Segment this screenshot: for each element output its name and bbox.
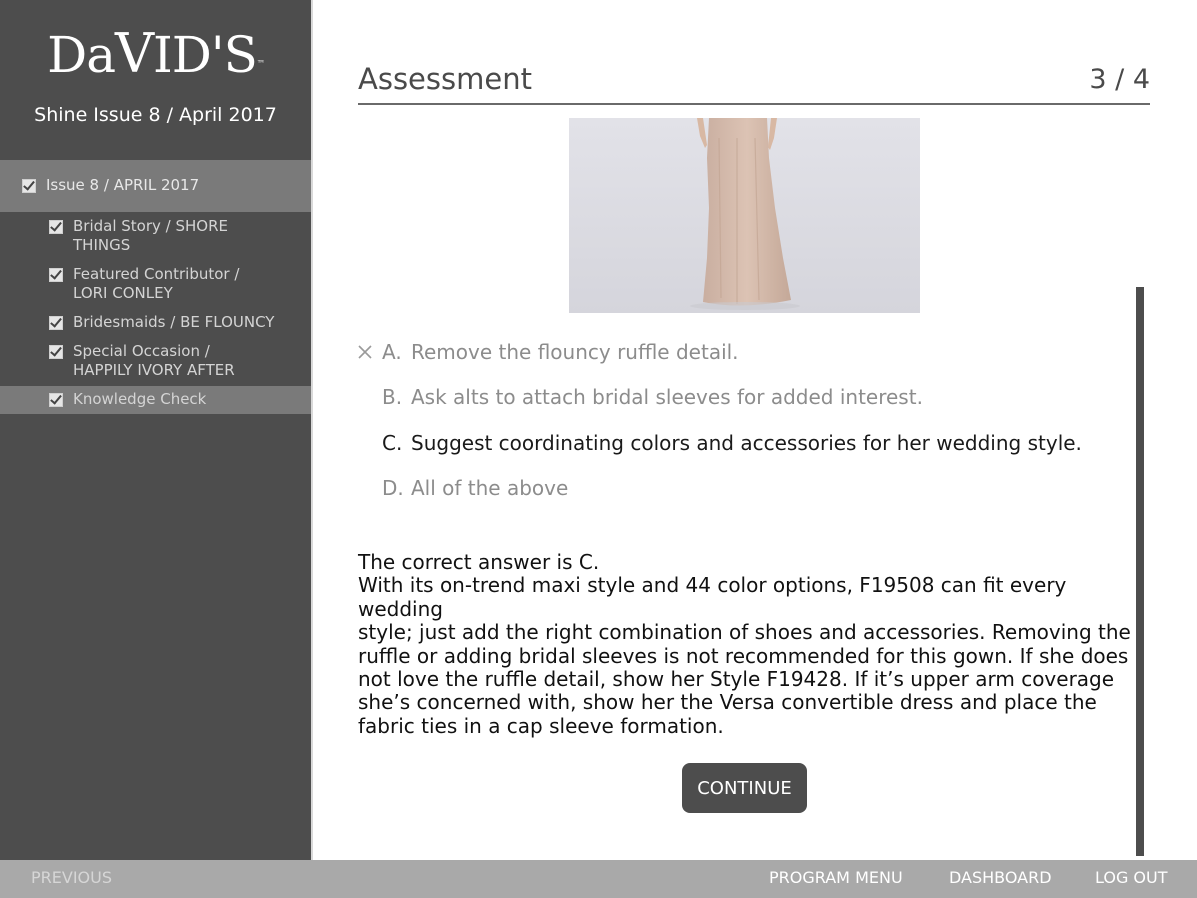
dashboard-button[interactable]: DASHBOARD [949, 868, 1052, 887]
option-letter: A. [382, 340, 402, 364]
logout-button[interactable]: LOG OUT [1095, 868, 1168, 887]
program-menu-button[interactable]: PROGRAM MENU [769, 868, 903, 887]
sidebar-item-bridesmaids[interactable]: Bridesmaids / BE FLOUNCY [49, 313, 274, 332]
feedback-line: style; just add the right combination of… [358, 620, 1131, 645]
continue-button[interactable]: CONTINUE [682, 763, 807, 813]
answer-option-c[interactable]: C. Suggest coordinating colors and acces… [382, 431, 1082, 455]
sidebar-item-label: Bridesmaids / BE FLOUNCY [73, 313, 275, 331]
sidebar-section-label: Issue 8 / APRIL 2017 [46, 176, 200, 194]
sidebar-item-bridal-story[interactable]: Bridal Story / SHORE THINGS [49, 217, 228, 255]
option-letter: D. [382, 476, 404, 500]
feedback-line: With its on-trend maxi style and 44 colo… [358, 573, 1067, 621]
sidebar-item-knowledge-check[interactable]: Knowledge Check [49, 390, 206, 409]
feedback-line: fabric ties in a cap sleeve formation. [358, 713, 724, 738]
sidebar: DaVID'S™ Shine Issue 8 / April 2017 Issu… [0, 0, 311, 860]
feedback-line: not love the ruffle detail, show her Sty… [358, 667, 1115, 692]
sidebar-section-item[interactable]: Issue 8 / APRIL 2017 [22, 176, 199, 195]
answer-option-d[interactable]: D. All of the above [382, 476, 568, 500]
dress-illustration [690, 118, 800, 310]
answer-option-a[interactable]: A. Remove the flouncy ruffle detail. [382, 340, 739, 364]
sidebar-item-label: Special Occasion / HAPPILY IVORY AFTER [73, 342, 235, 380]
sidebar-item-label-line2: THINGS [73, 236, 131, 254]
option-letter: C. [382, 431, 403, 455]
checkbox-checked-icon [49, 316, 63, 330]
feedback-heading: The correct answer is C. [358, 550, 600, 574]
sidebar-item-featured-contributor[interactable]: Featured Contributor / LORI CONLEY [49, 265, 239, 303]
option-text: Ask alts to attach bridal sleeves for ad… [411, 385, 923, 409]
feedback-line: ruffle or adding bridal sleeves is not r… [358, 643, 1129, 668]
previous-button[interactable]: PREVIOUS [31, 868, 112, 887]
sidebar-item-label-line1: Featured Contributor / [73, 265, 240, 283]
sidebar-item-label-line2: LORI CONLEY [73, 284, 173, 302]
page-counter: 3 / 4 [1089, 64, 1150, 95]
brand-logo: DaVID'S™ [47, 22, 265, 85]
option-text: Suggest coordinating colors and accessor… [411, 431, 1082, 455]
wrong-answer-x-icon [358, 345, 372, 359]
checkbox-checked-icon [49, 345, 63, 359]
sidebar-item-label: Featured Contributor / LORI CONLEY [73, 265, 239, 303]
answer-option-b[interactable]: B. Ask alts to attach bridal sleeves for… [382, 385, 923, 409]
issue-subtitle: Shine Issue 8 / April 2017 [34, 104, 277, 126]
sidebar-item-label-line2: HAPPILY IVORY AFTER [73, 361, 235, 379]
dress-photo [569, 118, 920, 313]
answer-feedback: The correct answer is C. With its on-tre… [358, 550, 1138, 738]
title-divider [358, 103, 1150, 105]
sidebar-divider [311, 0, 313, 860]
option-text: All of the above [411, 476, 569, 500]
checkbox-checked-icon [49, 393, 63, 407]
sidebar-item-label: Bridal Story / SHORE THINGS [73, 217, 228, 255]
feedback-line: she’s concerned with, show her the Versa… [358, 690, 1097, 715]
sidebar-item-label: Knowledge Check [73, 390, 207, 408]
option-text: Remove the flouncy ruffle detail. [411, 340, 739, 364]
checkbox-checked-icon [49, 220, 63, 234]
option-letter: B. [382, 385, 403, 409]
checkbox-checked-icon [22, 179, 36, 193]
checkbox-checked-icon [49, 268, 63, 282]
sidebar-item-label-line1: Special Occasion / [73, 342, 210, 360]
sidebar-item-label-line1: Bridal Story / SHORE [73, 217, 228, 235]
page-title: Assessment [358, 62, 532, 96]
sidebar-item-special-occasion[interactable]: Special Occasion / HAPPILY IVORY AFTER [49, 342, 235, 380]
